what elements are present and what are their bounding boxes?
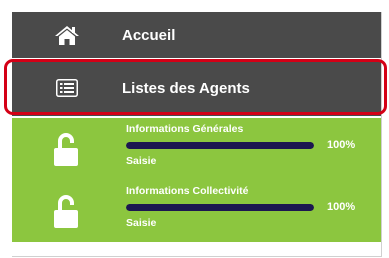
unlocked-lock-icon [52,132,80,166]
progress-percent: 100% [327,139,356,151]
unlocked-lock-icon [52,194,80,228]
list-icon [12,79,122,97]
progress-item-collectivity-info[interactable]: Informations Collectivité 100% Saisie [12,180,381,242]
progress-bar-fill [126,142,314,149]
menu-item-agent-list-label: Listes des Agents [122,79,250,97]
progress-bar [126,204,314,211]
progress-percent: 100% [327,201,356,213]
progress-status: Saisie [126,155,157,167]
progress-bar [126,142,314,149]
menu-item-home[interactable]: Accueil [12,12,381,58]
progress-status: Saisie [126,217,157,229]
menu-item-home-label: Accueil [122,26,176,44]
progress-title: Informations Générales [126,123,244,135]
menu-item-agent-list[interactable]: Listes des Agents [12,60,381,116]
progress-bar-fill [126,204,314,211]
home-icon [12,24,122,46]
progress-item-general-info[interactable]: Informations Générales 100% Saisie [12,118,381,180]
progress-title: Informations Collectivité [126,185,249,197]
side-menu: Accueil Listes des Agents Informations G… [4,12,387,257]
